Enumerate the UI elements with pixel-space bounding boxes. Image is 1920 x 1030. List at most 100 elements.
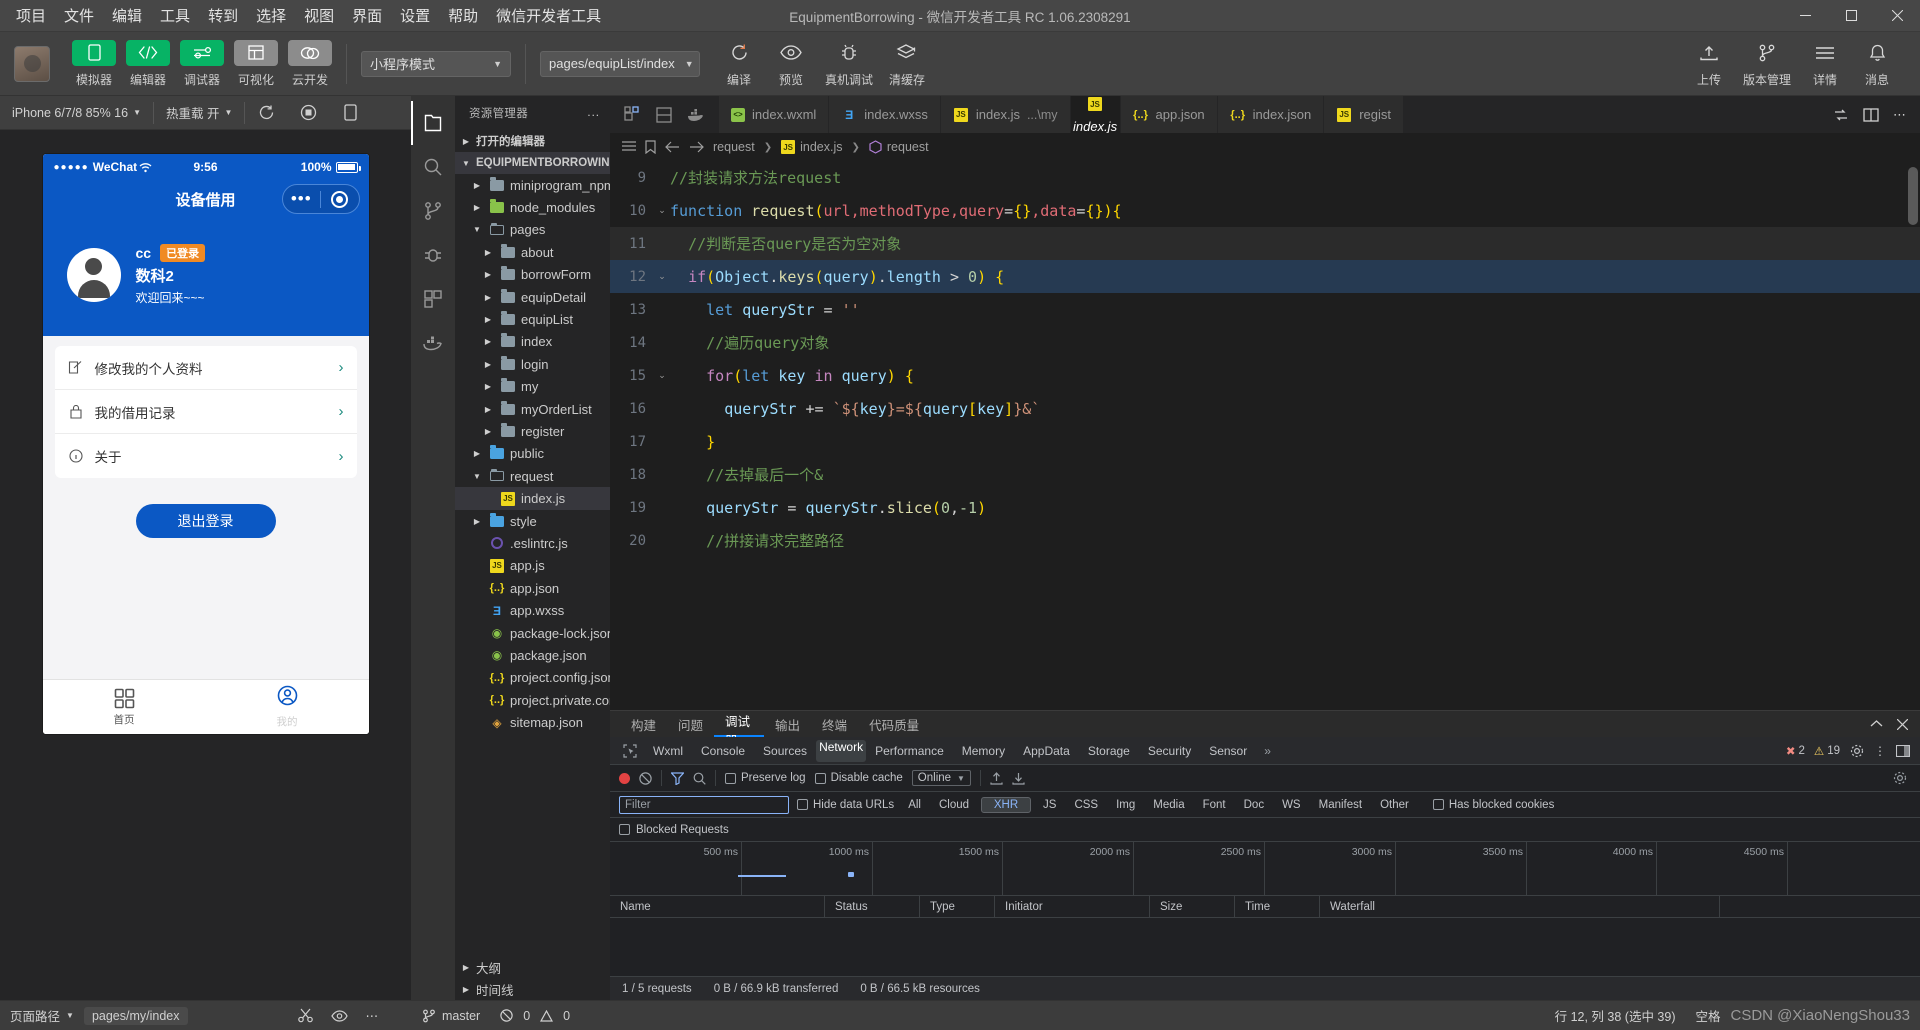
devtools-dock-icon[interactable]	[1896, 744, 1910, 757]
device-select[interactable]: iPhone 6/7/8 85% 16 ▼	[0, 96, 153, 130]
editor-tab[interactable]: JSindex.jsrequest✕	[1070, 96, 1121, 133]
panel-tab-build[interactable]: 构建	[620, 711, 667, 737]
file-tree-item[interactable]: ▶ index	[455, 331, 610, 353]
hide-data-urls-checkbox[interactable]: Hide data URLs	[797, 799, 894, 811]
sync-icon[interactable]	[1833, 107, 1849, 123]
new-file-icon[interactable]	[624, 106, 641, 123]
messages-button[interactable]: 消息	[1852, 40, 1902, 88]
table-column-header[interactable]: Waterfall	[1320, 896, 1720, 917]
error-count-badge[interactable]: ✖ 2 ⚠ 19	[1786, 744, 1840, 758]
more-icon[interactable]: ⋯	[366, 1008, 379, 1023]
filter-icon[interactable]	[671, 771, 684, 785]
resource-type-filter[interactable]: All	[902, 798, 927, 812]
toggle-editor[interactable]: 编辑器	[126, 39, 170, 88]
breadcrumb-file[interactable]: JS index.js	[781, 140, 842, 154]
table-column-header[interactable]: Type	[920, 896, 995, 917]
page-path-value[interactable]: pages/my/index	[83, 1006, 188, 1025]
menu-item-tools[interactable]: 工具	[160, 5, 190, 26]
import-har-icon[interactable]	[990, 771, 1003, 785]
explorer-icon[interactable]	[411, 101, 455, 145]
twisty-icon[interactable]: ▶	[481, 270, 495, 279]
page-path-selector[interactable]: 页面路径 ▼	[0, 1001, 84, 1030]
file-tree-item[interactable]: ◉ package-lock.json	[455, 622, 610, 644]
menu-item-settings[interactable]: 设置	[400, 5, 430, 26]
table-column-header[interactable]: Status	[825, 896, 920, 917]
fold-icon[interactable]: ⌄	[654, 271, 670, 282]
menu-item-devtools[interactable]: 微信开发者工具	[496, 5, 601, 26]
file-tree-item[interactable]: ▶ node_modules	[455, 196, 610, 218]
code-line[interactable]: 20 //拼接请求完整路径	[610, 524, 1920, 557]
version-management-button[interactable]: 版本管理	[1736, 40, 1798, 88]
table-column-header[interactable]: Name	[610, 896, 825, 917]
file-tree-item[interactable]: ▶ myOrderList	[455, 398, 610, 420]
search-icon[interactable]	[693, 772, 706, 785]
avatar[interactable]	[14, 45, 50, 82]
panel-tab-code-quality[interactable]: 代码质量	[858, 711, 930, 737]
resource-type-filter[interactable]: Cloud	[933, 798, 975, 812]
eye-icon[interactable]	[330, 1009, 348, 1022]
twisty-icon[interactable]: ▶	[481, 315, 495, 324]
clear-cache-button[interactable]: 清缓存	[882, 40, 932, 88]
fold-icon[interactable]: ⌄	[654, 205, 670, 216]
close-button[interactable]	[1874, 0, 1920, 32]
scissors-icon[interactable]	[297, 1008, 313, 1023]
extensions-icon[interactable]	[411, 277, 455, 321]
back-arrow-icon[interactable]	[665, 141, 680, 153]
section-outline[interactable]: ▶ 大纲	[455, 956, 610, 978]
twisty-icon[interactable]: ▶	[481, 248, 495, 257]
logout-button[interactable]: 退出登录	[135, 504, 276, 538]
export-har-icon[interactable]	[1012, 772, 1025, 785]
devtools-tab[interactable]: Memory	[953, 740, 1014, 762]
problems-indicator[interactable]: 0 0	[490, 1001, 580, 1030]
toggle-visualization[interactable]: 可视化	[234, 39, 278, 88]
docker-icon[interactable]	[687, 108, 705, 122]
capsule-menu-icon[interactable]: •••	[283, 190, 321, 207]
devtools-tab[interactable]: Sensor	[1200, 740, 1256, 762]
resource-type-filter[interactable]: Media	[1147, 798, 1190, 812]
simulator-rotate-icon[interactable]	[329, 96, 371, 130]
file-tree-item[interactable]: ▼ pages	[455, 219, 610, 241]
menu-item-select[interactable]: 选择	[256, 5, 286, 26]
menu-item-borrow-records[interactable]: 我的借用记录 ›	[54, 390, 357, 434]
editor-tab[interactable]: {..} index.json	[1217, 96, 1325, 133]
file-tree-item[interactable]: ▶ login	[455, 353, 610, 375]
debug-icon[interactable]	[411, 233, 455, 277]
breadcrumb-symbol[interactable]: request	[869, 140, 929, 154]
file-tree-item[interactable]: Ǝapp.wxss	[455, 599, 610, 621]
twisty-icon[interactable]: ▶	[481, 427, 495, 436]
panel-tab-terminal[interactable]: 终端	[811, 711, 858, 737]
code-line[interactable]: 17 }	[610, 425, 1920, 458]
file-tree-item[interactable]: ▶ equipDetail	[455, 286, 610, 308]
editor-tab[interactable]: <> index.wxml	[719, 96, 830, 133]
filter-input[interactable]: Filter	[619, 795, 789, 814]
devtools-tab[interactable]: Security	[1139, 740, 1200, 762]
resource-type-filter[interactable]: XHR	[981, 796, 1032, 813]
network-timeline[interactable]: 500 ms 1000 ms 1500 ms 2000 ms 2500 ms 3000 m…	[610, 842, 1920, 896]
menu-item-edit-profile[interactable]: 修改我的个人资料 ›	[54, 346, 357, 390]
twisty-icon[interactable]: ▶	[470, 203, 484, 212]
details-button[interactable]: 详情	[1800, 40, 1850, 88]
file-tree-item[interactable]: ▶ style	[455, 510, 610, 532]
devtools-tab[interactable]: Sources	[754, 740, 816, 762]
hot-reload-select[interactable]: 热重载 开 ▼	[154, 96, 244, 130]
file-tree-item[interactable]: ◉ package.json	[455, 644, 610, 666]
search-icon[interactable]	[411, 145, 455, 189]
capsule-close-icon[interactable]	[321, 190, 359, 208]
file-tree-item[interactable]: ▶ equipList	[455, 308, 610, 330]
devtools-tab[interactable]: Console	[692, 740, 754, 762]
section-timeline[interactable]: ▶ 时间线	[455, 978, 610, 1000]
devtools-tab[interactable]: Performance	[866, 740, 953, 762]
simulator-record-icon[interactable]	[287, 96, 329, 130]
throttling-select[interactable]: Online ▼	[911, 770, 971, 786]
upload-button[interactable]: 上传	[1684, 40, 1734, 88]
compile-button[interactable]: 编译	[714, 40, 764, 88]
resource-type-filter[interactable]: JS	[1037, 798, 1062, 812]
maximize-button[interactable]	[1828, 0, 1874, 32]
has-blocked-cookies-checkbox[interactable]: Has blocked cookies	[1432, 799, 1554, 811]
twisty-icon[interactable]: ▶	[481, 337, 495, 346]
code-editor[interactable]: 9//封装请求方法request 10 ⌄ function request(url,…	[610, 161, 1920, 710]
phone-tab-mine[interactable]: 我的	[206, 685, 369, 729]
resource-type-filter[interactable]: Doc	[1238, 798, 1270, 812]
table-column-header[interactable]: Size	[1150, 896, 1235, 917]
resource-type-filter[interactable]: Font	[1197, 798, 1232, 812]
